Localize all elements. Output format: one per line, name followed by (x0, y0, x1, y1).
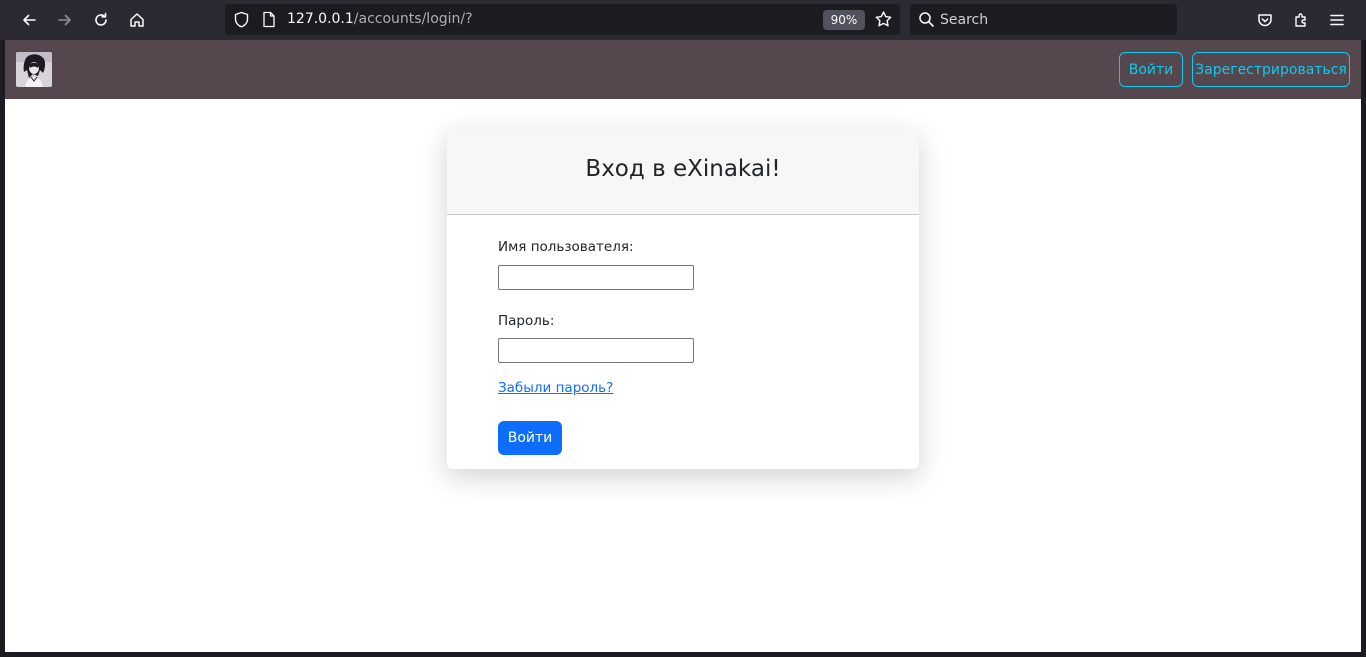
back-button[interactable] (15, 6, 43, 34)
browser-search-input[interactable] (940, 8, 1165, 31)
browser-search-bar[interactable] (910, 4, 1177, 35)
forward-button[interactable] (51, 6, 79, 34)
password-label: Пароль: (498, 313, 555, 329)
username-input[interactable] (498, 265, 694, 290)
extensions-button[interactable] (1287, 6, 1315, 34)
nav-register-button[interactable]: Зарегестрироваться (1192, 52, 1350, 87)
menu-icon (1330, 14, 1344, 26)
page-viewport: Войти Зарегестрироваться Вход в eXinakai… (5, 40, 1361, 652)
username-label: Имя пользователя: (498, 239, 634, 255)
reload-button[interactable] (87, 6, 115, 34)
zoom-level-badge[interactable]: 90% (823, 10, 865, 30)
forgot-password-link[interactable]: Забыли пароль? (498, 380, 613, 396)
avatar-image (16, 52, 52, 87)
home-icon (130, 13, 144, 27)
reload-icon (95, 12, 107, 26)
login-submit-button[interactable]: Войти (498, 421, 562, 455)
back-icon (23, 14, 36, 26)
home-button[interactable] (123, 6, 151, 34)
url-bar[interactable]: 127.0.0.1/accounts/login/? 90% (225, 4, 900, 35)
url-text[interactable]: 127.0.0.1/accounts/login/? (287, 11, 473, 27)
shield-icon[interactable] (233, 11, 250, 28)
login-title: Вход в eXinakai! (585, 156, 781, 182)
bookmark-star-icon[interactable] (874, 10, 893, 29)
site-logo-avatar[interactable] (16, 52, 52, 87)
browser-toolbar: 127.0.0.1/accounts/login/? 90% (0, 0, 1366, 40)
pocket-button[interactable] (1251, 6, 1279, 34)
password-input[interactable] (498, 338, 694, 363)
page-icon (263, 11, 275, 28)
url-host: 127.0.0.1 (287, 11, 354, 27)
search-icon (919, 12, 934, 27)
app-menu-button[interactable] (1323, 6, 1351, 34)
nav-login-button[interactable]: Войти (1119, 52, 1183, 87)
site-navbar: Войти Зарегестрироваться (5, 40, 1361, 99)
pocket-icon (1258, 14, 1272, 27)
login-card-header: Вход в eXinakai! (447, 129, 919, 215)
url-path: /accounts/login/? (353, 11, 473, 27)
forward-icon (58, 14, 71, 26)
login-card: Вход в eXinakai! Имя пользователя: Парол… (447, 129, 919, 469)
extensions-icon (1295, 13, 1306, 27)
